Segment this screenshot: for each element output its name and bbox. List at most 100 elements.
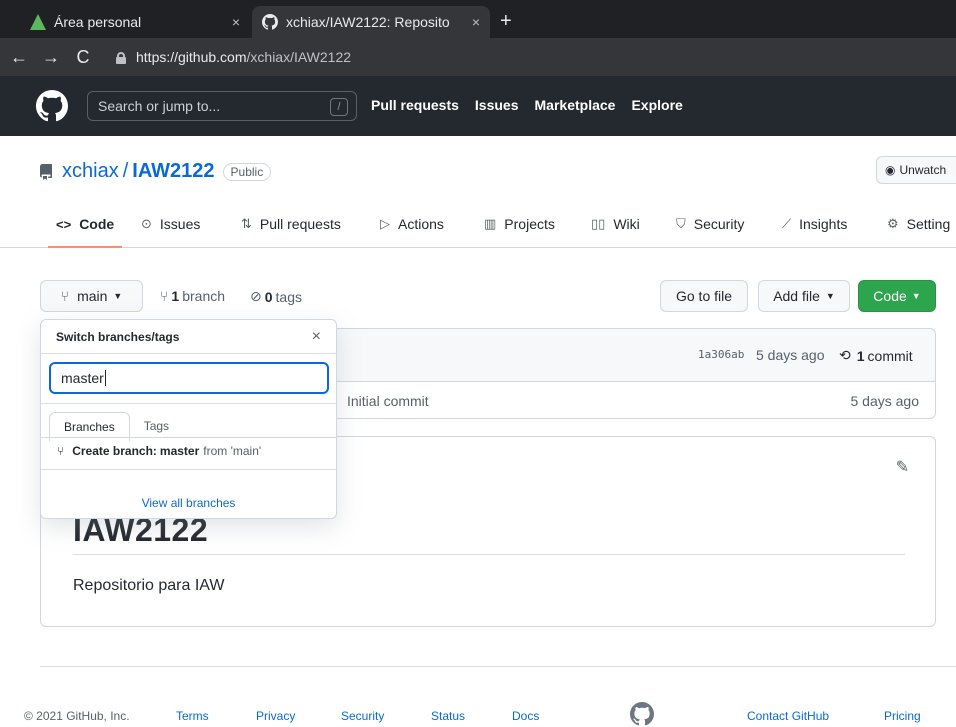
commit-word: commit [867,347,913,364]
view-all-branches-link[interactable]: View all branches [41,496,336,510]
branch-word: branch [182,288,226,304]
tab-wiki[interactable]: ▯▯ Wiki [591,216,640,232]
lock-icon [116,51,126,64]
repo-name-link[interactable]: IAW2122 [132,160,214,183]
footer-status[interactable]: Status [431,709,465,723]
shield-icon: ⛉ [676,216,686,231]
code-icon: <> [56,216,72,232]
tab-actions[interactable]: ▷ Actions [380,216,444,232]
tab-label: Security [693,216,745,232]
tab-label: Code [79,216,115,232]
tab-security[interactable]: ⛉ Security [676,216,744,232]
history-icon: ⟲ [839,347,851,363]
moodle-icon [30,14,46,30]
go-to-file-button[interactable]: Go to file [660,280,748,312]
row-date: 5 days ago [850,393,920,409]
text-caret [104,370,106,386]
footer-security[interactable]: Security [341,709,384,723]
readme-description: Repositorio para IAW [73,577,225,594]
code-button[interactable]: Code ▼ [858,280,936,312]
divider [41,403,336,404]
branch-filter-input[interactable]: master [49,362,329,394]
tab-issues[interactable]: ⊙ Issues [141,216,200,232]
tab-projects[interactable]: ▥ Projects [484,216,555,232]
footer-contact[interactable]: Contact GitHub [747,709,829,723]
back-arrow-icon[interactable]: ← [6,47,32,68]
repo-owner-link[interactable]: xchiax [62,160,119,183]
search-placeholder: Search or jump to... [98,98,221,114]
browser-tabstrip: Área personal × xchiax/IAW2122: Reposito… [0,0,956,38]
tab-pull-requests[interactable]: ⇅ Pull requests [241,216,341,232]
nav-marketplace[interactable]: Marketplace [535,97,616,113]
footer-privacy[interactable]: Privacy [256,709,295,723]
code-label: Code [873,288,907,304]
create-branch-item[interactable]: ⑂ Create branch: master from 'main' [57,444,261,458]
branches-link[interactable]: ⑂ 1 branch [160,288,225,304]
browser-tab-github[interactable]: xchiax/IAW2122: Reposito × [252,6,490,38]
tab-code[interactable]: <> Code [47,216,123,248]
tag-word: tags [275,288,302,305]
tab-label: Setting [906,216,951,232]
new-tab-button[interactable]: + [500,10,512,33]
footer-copyright: © 2021 GitHub, Inc. [24,709,130,723]
commit-sha-link[interactable]: 1a306ab [698,348,744,361]
footer-pricing[interactable]: Pricing [884,709,921,723]
repo-separator: / [122,160,129,182]
graph-icon: ⟋ [782,216,792,231]
forward-arrow-icon[interactable]: → [38,47,64,68]
tab-close-icon[interactable]: × [472,14,480,30]
commit-date: 5 days ago [756,347,825,363]
tab-label: Insights [799,216,848,232]
tab-label: Pull requests [259,216,341,232]
footer-docs[interactable]: Docs [512,709,539,723]
tab-insights[interactable]: ⟋ Insights [782,216,847,232]
search-input[interactable]: Search or jump to... / [87,91,357,121]
add-file-label: Add file [773,288,820,304]
add-file-button[interactable]: Add file ▼ [758,280,850,312]
tab-settings[interactable]: ⚙ Setting [887,216,950,232]
tab-close-icon[interactable]: × [232,14,240,30]
table-icon: ▥ [484,216,497,231]
nav-pull-requests[interactable]: Pull requests [371,97,459,113]
browser-toolbar: ← → C https://github.com/xchiax/IAW2122 [0,38,956,76]
tab-label: Actions [398,216,444,232]
dropdown-title: Switch branches/tags [56,329,180,344]
chevron-down-icon: ▼ [113,291,123,301]
repo-icon [40,163,52,180]
gear-icon: ⚙ [887,216,899,231]
commits-link[interactable]: ⟲ 1 commit [839,347,913,364]
branch-select-button[interactable]: ⑂ main ▼ [40,280,143,312]
browser-tab-area-personal[interactable]: Área personal × [20,6,250,38]
reload-icon[interactable]: C [70,47,96,68]
create-prefix: Create branch: [72,444,157,458]
nav-issues[interactable]: Issues [475,97,519,113]
url-host: https://github.com [136,49,247,65]
commit-message-link[interactable]: Initial commit [347,393,429,409]
address-bar[interactable]: https://github.com/xchiax/IAW2122 [116,46,351,68]
close-icon[interactable]: × [312,328,321,346]
github-logo-icon[interactable] [36,90,68,122]
divider [41,469,336,470]
issue-opened-icon: ⊙ [141,216,152,231]
book-icon: ▯▯ [591,216,606,231]
create-branch-name: master [159,444,200,458]
git-branch-icon: ⑂ [60,288,70,304]
github-header: Search or jump to... / Pull requests Iss… [0,76,956,136]
footer-terms[interactable]: Terms [176,709,209,723]
tab-label: Issues [159,216,201,232]
unwatch-label: Unwatch [899,163,947,177]
nav-explore[interactable]: Explore [631,97,682,113]
github-logo-icon[interactable] [630,702,654,726]
chevron-down-icon: ▼ [825,291,835,301]
tab-label: Projects [504,216,555,232]
create-from: from 'main' [203,444,262,458]
tab-label: Wiki [613,216,640,232]
tag-icon: ⊘ [250,288,262,304]
tags-link[interactable]: ⊘ 0 tags [250,288,302,305]
pencil-icon[interactable]: ✎ [896,457,909,477]
chevron-down-icon: ▼ [911,291,921,301]
branch-dropdown: Switch branches/tags × master Branches T… [40,319,337,519]
repo-title: xchiax / IAW2122 Public [38,160,272,183]
divider [41,437,336,438]
unwatch-button[interactable]: ◉ Unwatch [876,156,956,184]
